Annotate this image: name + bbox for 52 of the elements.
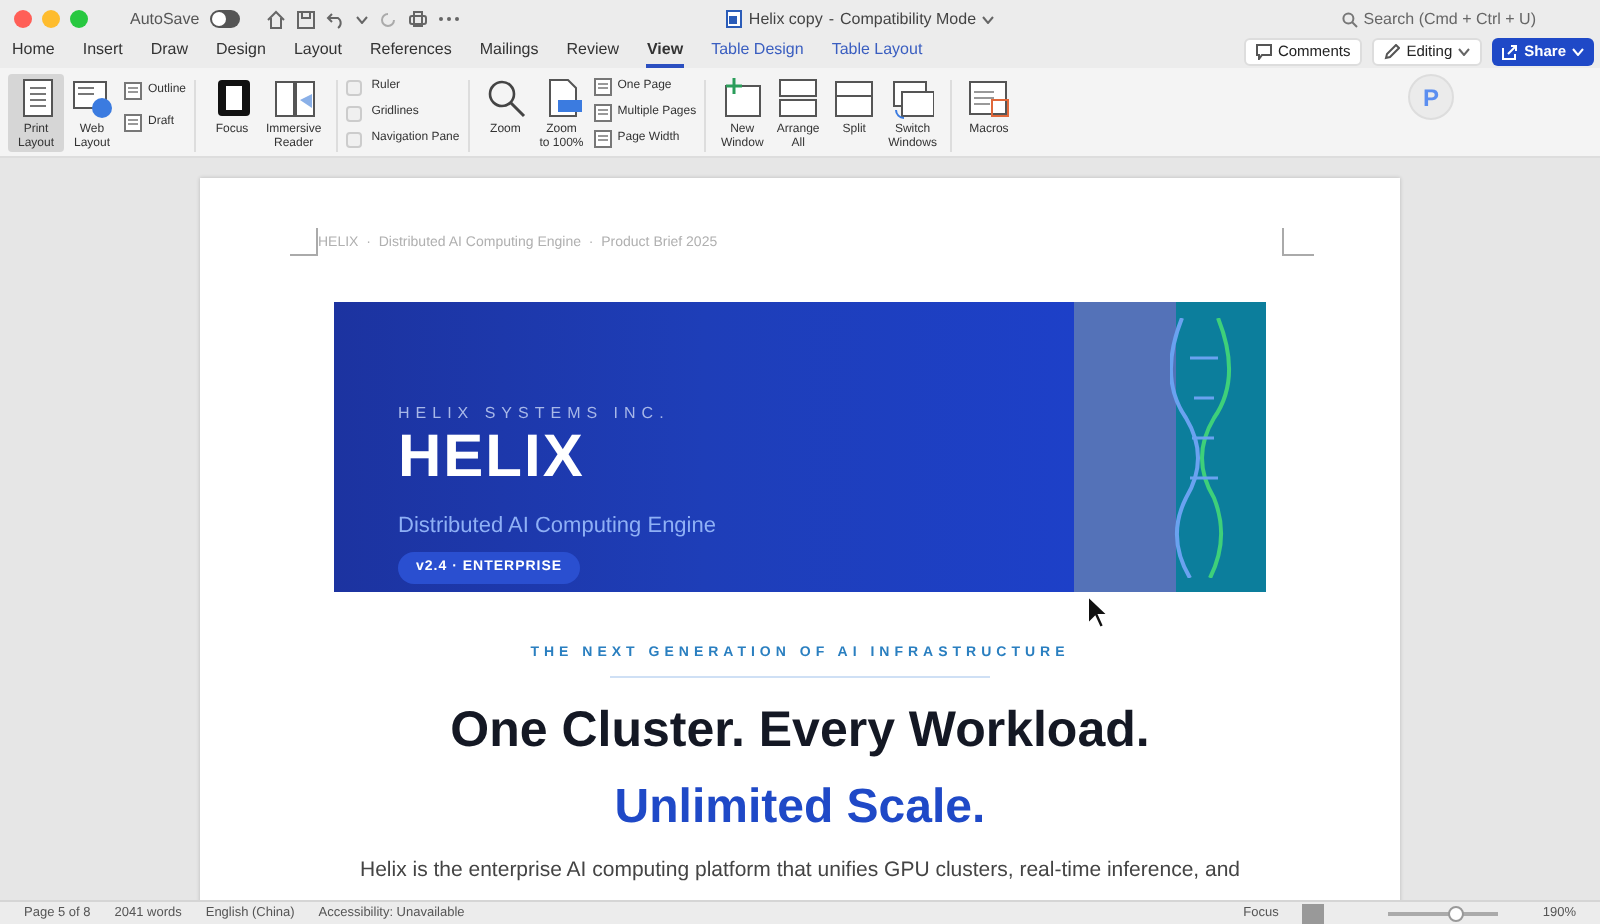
undo-icon[interactable] — [325, 9, 346, 29]
subheading: Unlimited Scale. — [614, 778, 986, 838]
windows-icon — [890, 76, 935, 120]
stacked-windows-icon — [776, 76, 821, 120]
view-icon — [124, 114, 142, 132]
view-icon — [124, 82, 142, 100]
comment-icon — [1255, 44, 1272, 60]
close-icon[interactable] — [14, 10, 32, 28]
document-mode: Compatibility Mode — [840, 7, 977, 31]
heading: One Cluster. Every Workload. — [450, 699, 1150, 761]
autosave-toggle[interactable] — [209, 10, 240, 28]
search-icon — [1341, 11, 1358, 27]
view-icon — [593, 78, 612, 96]
banner-subtitle: Distributed AI Computing Engine — [398, 512, 718, 542]
share-icon — [1502, 44, 1519, 60]
ribbon-tab[interactable]: Table Design — [711, 40, 804, 68]
ribbon-tab[interactable]: Table Layout — [831, 40, 923, 68]
document-icon — [726, 10, 743, 28]
chevron-icon — [1458, 48, 1471, 56]
home-icon[interactable] — [265, 9, 286, 29]
body-text: Helix is the enterprise AI computing platform that unifies GPU clusters, real-time inference, and — [359, 856, 1241, 886]
document-title: Helix copy — [748, 7, 823, 31]
ribbon-tab[interactable]: References — [369, 40, 452, 68]
view-icon — [593, 130, 612, 148]
zoom-icon — [483, 76, 528, 120]
autosave-label: AutoSave — [130, 7, 200, 31]
ribbon-tab[interactable]: Mailings — [479, 40, 539, 68]
ribbon-tab[interactable]: Review — [566, 40, 619, 68]
chevron-icon — [1572, 48, 1584, 56]
print-icon[interactable] — [407, 9, 428, 29]
ribbon-tab[interactable]: Home — [12, 40, 55, 68]
book-icon — [271, 76, 316, 120]
ribbon-tab[interactable]: Insert — [82, 40, 123, 68]
ribbon-tab[interactable]: Draw — [150, 40, 189, 68]
company-name: HELIX SYSTEMS INC. — [398, 402, 672, 426]
split-window-icon — [832, 76, 877, 120]
web-page-icon — [70, 76, 114, 120]
save-icon[interactable] — [295, 9, 316, 29]
banner-title: HELIX — [398, 426, 587, 490]
separator-dash: - — [828, 7, 834, 31]
pencil-icon — [1384, 44, 1401, 60]
view-icon — [593, 104, 612, 122]
ribbon-tab[interactable]: Layout — [293, 40, 342, 68]
slider-thumb[interactable] — [1448, 905, 1465, 921]
mouse-pointer-icon — [1086, 594, 1110, 630]
caret-icon[interactable] — [355, 15, 368, 23]
new-window-icon — [720, 76, 765, 120]
ribbon-tab[interactable]: Design — [216, 40, 266, 68]
chevron-icon[interactable] — [982, 15, 995, 23]
search-field[interactable]: Search (Cmd + Ctrl + U) — [1341, 7, 1536, 31]
more-icon[interactable] — [437, 16, 460, 22]
macro-icon — [966, 76, 1011, 120]
